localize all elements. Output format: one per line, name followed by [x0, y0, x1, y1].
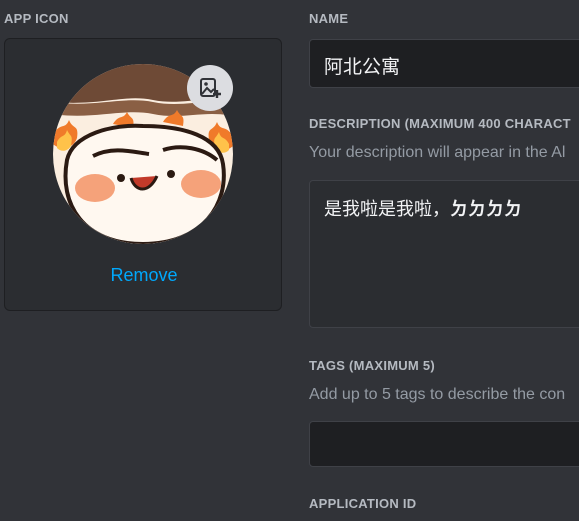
- name-input[interactable]: 阿北公寓: [309, 39, 579, 88]
- remove-icon-link[interactable]: Remove: [5, 265, 283, 286]
- description-text-bold: ㄉㄉㄉㄉ: [450, 199, 522, 220]
- tags-helper: Add up to 5 tags to describe the con: [309, 386, 566, 403]
- upload-image-button[interactable]: [187, 65, 233, 111]
- description-helper: Your description will appear in the Al: [309, 144, 566, 161]
- description-text: 是我啦是我啦，: [324, 199, 450, 220]
- app-icon-card: Remove: [4, 38, 282, 311]
- app-icon-label: APP ICON: [4, 11, 69, 26]
- tags-label: TAGS (MAXIMUM 5): [309, 358, 435, 373]
- image-add-icon: [200, 78, 221, 98]
- description-textarea[interactable]: 是我啦是我啦，ㄉㄉㄉㄉ: [309, 180, 579, 328]
- app-settings-page: APP ICON Remove NAME 阿北公寓 DESCRIPTION (M…: [0, 0, 579, 521]
- name-label: NAME: [309, 11, 349, 26]
- tags-input[interactable]: [309, 421, 579, 467]
- description-label: DESCRIPTION (MAXIMUM 400 CHARACT: [309, 116, 571, 131]
- application-id-label: APPLICATION ID: [309, 496, 417, 511]
